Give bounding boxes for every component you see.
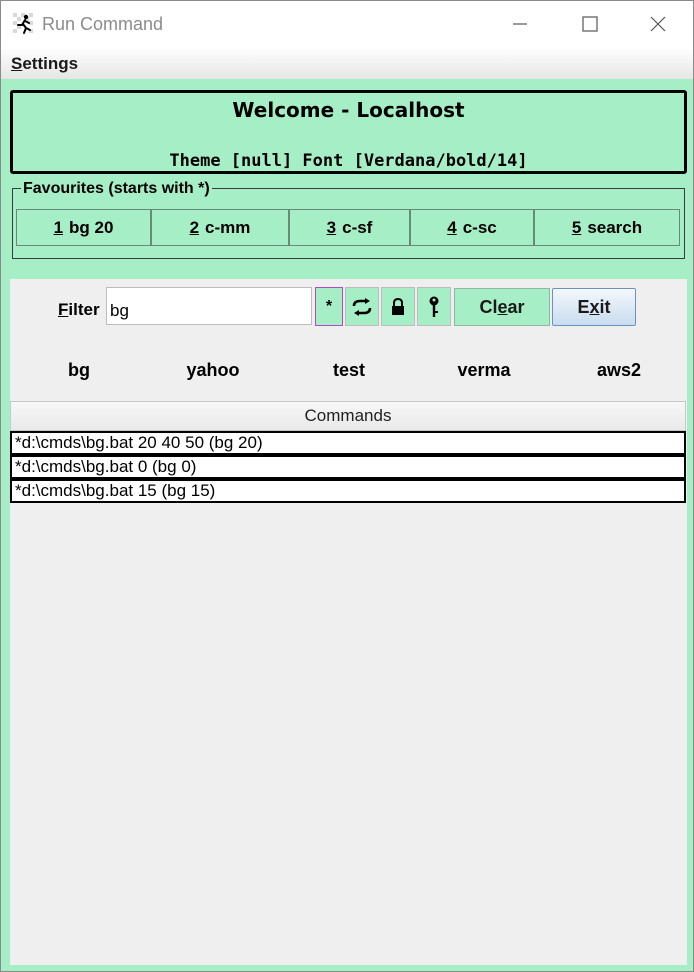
menu-settings[interactable]: Settings — [11, 54, 78, 74]
main-panel: Filter * Clear Exit — [10, 279, 687, 965]
key-icon — [429, 296, 439, 317]
lock-icon — [392, 297, 404, 315]
lock-button[interactable] — [381, 287, 415, 326]
exit-label-a: E — [577, 296, 590, 317]
close-button[interactable] — [623, 1, 693, 47]
favourite-button-3[interactable]: 3 c-sf — [289, 209, 410, 246]
favourite-number: 4 — [447, 217, 457, 237]
star-label: * — [325, 297, 333, 315]
favourite-label: search — [587, 217, 643, 237]
quick-link-aws2[interactable]: aws2 — [597, 360, 641, 381]
favourite-label: c-sc — [462, 217, 497, 237]
reload-button[interactable] — [345, 287, 379, 326]
commands-table: Commands *d:\cmds\bg.bat 20 40 50 (bg 20… — [10, 401, 686, 503]
exit-label-mnemonic: x — [589, 296, 600, 317]
maximize-button[interactable] — [555, 1, 625, 47]
quick-link-test[interactable]: test — [333, 360, 365, 381]
filter-label-mnemonic: F — [58, 300, 69, 319]
filter-label-text: ilter — [68, 300, 100, 319]
clear-label-b: ar — [507, 296, 525, 317]
welcome-title: Welcome - Localhost — [232, 98, 465, 122]
table-row[interactable]: *d:\cmds\bg.bat 15 (bg 15) — [10, 479, 686, 503]
commands-column-header[interactable]: Commands — [10, 401, 686, 431]
clear-label-mnemonic: e — [497, 296, 508, 317]
favourite-button-2[interactable]: 2 c-mm — [151, 209, 289, 246]
favourite-button-4[interactable]: 4 c-sc — [410, 209, 534, 246]
filter-label: Filter — [58, 300, 100, 320]
reload-icon — [352, 297, 372, 316]
close-icon — [650, 16, 666, 32]
table-row[interactable]: *d:\cmds\bg.bat 20 40 50 (bg 20) — [10, 431, 686, 455]
key-button[interactable] — [417, 287, 451, 326]
favourite-button-5[interactable]: 5 search — [534, 209, 680, 246]
favourite-button-1[interactable]: 1 bg 20 — [16, 209, 151, 246]
theme-font-info: Theme [null] Font [Verdana/bold/14] — [169, 151, 528, 171]
favourite-number: 5 — [571, 217, 582, 237]
table-row[interactable]: *d:\cmds\bg.bat 0 (bg 0) — [10, 455, 686, 479]
clear-button[interactable]: Cl e ar — [454, 288, 550, 326]
title-bar[interactable]: Run Command — [1, 1, 693, 47]
favourite-number: 3 — [326, 217, 337, 237]
favourite-label: c-sf — [342, 217, 373, 237]
quick-link-yahoo[interactable]: yahoo — [186, 360, 239, 381]
favourite-label: bg 20 — [69, 217, 114, 237]
menu-settings-mnemonic: S — [11, 54, 23, 73]
favourite-number: 1 — [53, 217, 64, 237]
app-window: Run Command Settings Welcome - Localhost… — [0, 0, 694, 972]
quick-link-bg[interactable]: bg — [68, 360, 90, 381]
exit-label-b: it — [599, 296, 611, 317]
welcome-banner: Welcome - Localhost Theme [null] Font [V… — [10, 90, 687, 174]
favourites-group: Favourites (starts with *) 1 bg 20 2 c-mm … — [12, 180, 685, 259]
maximize-icon — [582, 16, 598, 32]
favourite-label: c-mm — [205, 217, 251, 237]
match-start-toggle[interactable]: * — [315, 287, 343, 326]
window-title: Run Command — [42, 14, 164, 34]
menu-bar: Settings — [1, 47, 693, 79]
minimize-button[interactable] — [485, 1, 555, 47]
favourite-number: 2 — [189, 217, 200, 237]
menu-settings-label: ettings — [22, 54, 79, 73]
filter-input[interactable] — [106, 287, 312, 325]
runner-icon — [13, 13, 35, 35]
quick-link-verma[interactable]: verma — [457, 360, 510, 381]
clear-label-a: Cl — [479, 296, 498, 317]
exit-button[interactable]: Ex it — [552, 288, 636, 326]
commands-header-label: Commands — [304, 406, 392, 425]
minimize-icon — [513, 23, 527, 25]
favourites-legend: Favourites (starts with *) — [21, 180, 212, 198]
